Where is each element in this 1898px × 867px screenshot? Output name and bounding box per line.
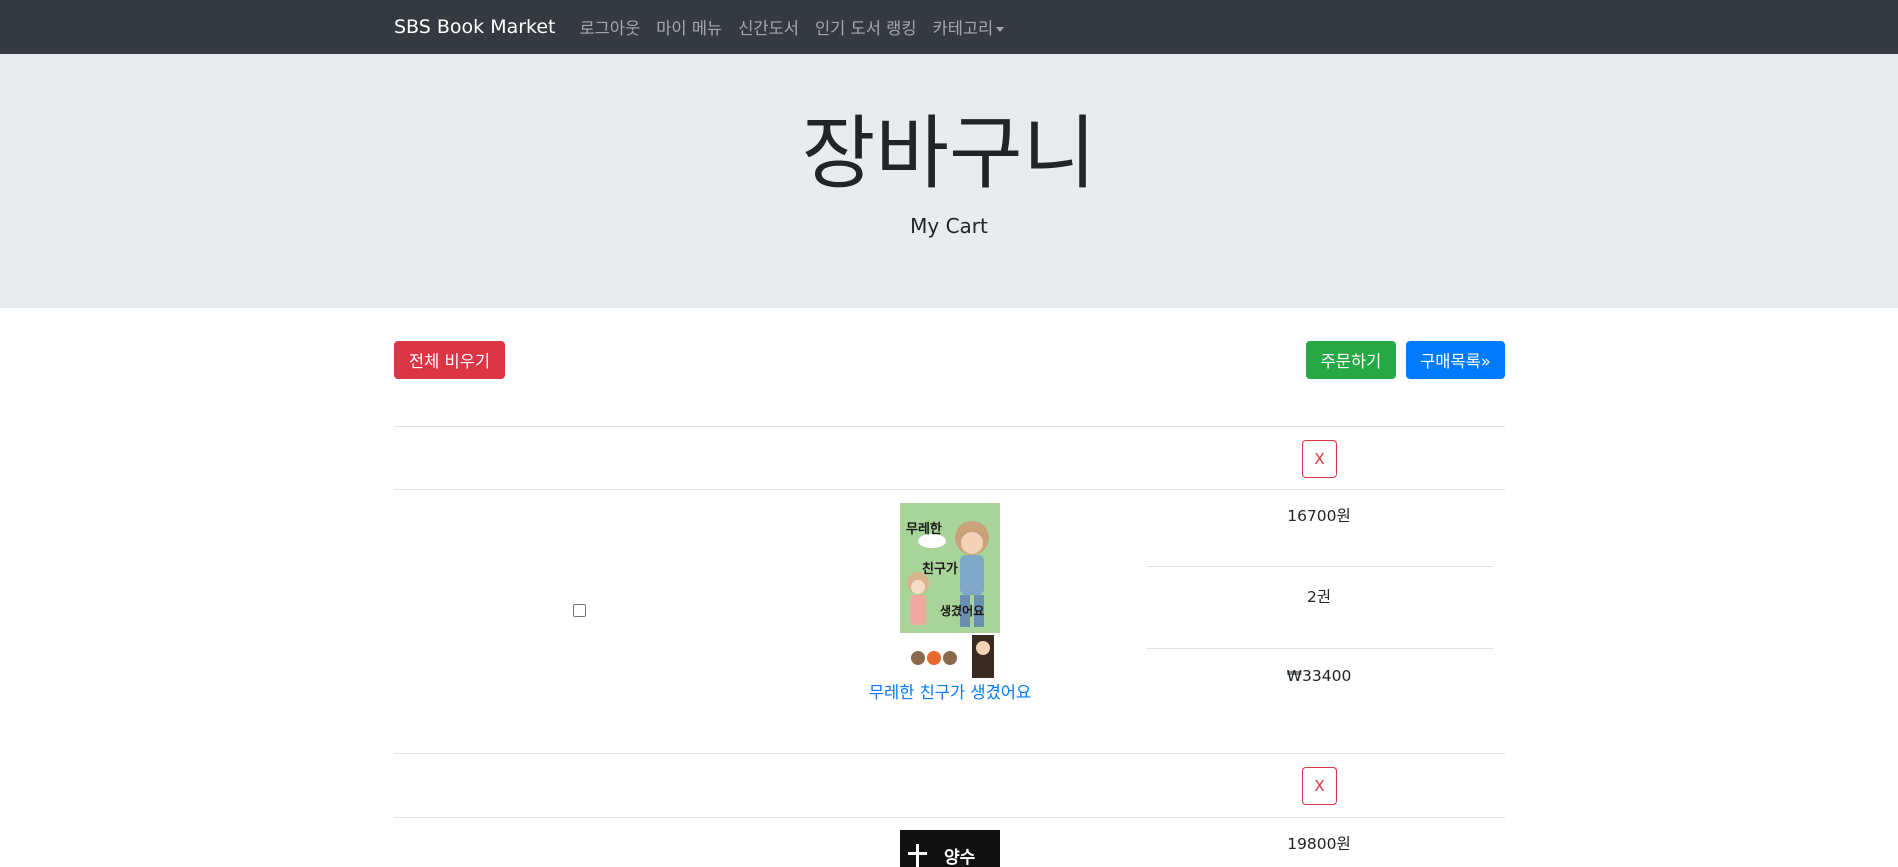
remove-item-button[interactable]: X	[1302, 440, 1337, 478]
cell-divider	[1147, 566, 1493, 567]
purchase-history-button[interactable]: 구매목록»	[1406, 341, 1505, 379]
cell-divider	[1147, 648, 1493, 649]
book-cover-image[interactable]: 무레한 친구가 생겼어요	[900, 503, 1000, 678]
page-title: 장바구니	[801, 107, 1097, 200]
remove-item-button[interactable]: X	[1302, 767, 1337, 805]
brand-link[interactable]: SBS Book Market	[394, 16, 556, 38]
row-divider	[394, 426, 1505, 427]
page-subtitle: My Cart	[910, 214, 988, 238]
order-button[interactable]: 주문하기	[1306, 341, 1396, 379]
row-divider	[394, 489, 1505, 490]
item-quantity: 2권	[1306, 588, 1332, 606]
item-total: ₩33400	[1286, 667, 1352, 685]
cover-title-line3: 생겼어요	[940, 603, 984, 618]
chevron-down-icon	[996, 27, 1005, 32]
row-divider	[394, 817, 1505, 818]
cover-title-line1: 무레한	[906, 521, 942, 537]
row-divider	[394, 753, 1505, 754]
nav-category-label: 카테고리	[932, 19, 994, 38]
item-price: 19800원	[1287, 835, 1351, 853]
book-cover-art: 양수	[900, 830, 1000, 867]
nav-logout[interactable]: 로그아웃	[580, 15, 641, 39]
clear-cart-button[interactable]: 전체 비우기	[394, 341, 505, 379]
book-title-link[interactable]: 무레한 친구가 생겼어요	[750, 679, 1150, 703]
top-navbar: SBS Book Market 로그아웃 마이 메뉴 신간도서 인기 도서 랭킹…	[0, 0, 1898, 54]
navbar-inner: SBS Book Market 로그아웃 마이 메뉴 신간도서 인기 도서 랭킹…	[394, 0, 1020, 54]
nav-my-menu[interactable]: 마이 메뉴	[656, 15, 722, 39]
book-cover-image[interactable]: 양수	[900, 830, 1000, 867]
cover-title-line2: 친구가	[922, 562, 958, 577]
item-price: 16700원	[1287, 507, 1351, 525]
nav-popular-ranking[interactable]: 인기 도서 랭킹	[815, 15, 917, 39]
cover-title-line1: 양수	[944, 848, 976, 867]
nav-new-books[interactable]: 신간도서	[738, 15, 799, 39]
item-select-checkbox[interactable]	[573, 604, 586, 617]
book-cover-art: 무레한 친구가 생겼어요	[900, 503, 1000, 678]
nav-category-dropdown[interactable]: 카테고리	[933, 15, 1005, 39]
jumbotron: 장바구니 My Cart	[0, 54, 1898, 308]
